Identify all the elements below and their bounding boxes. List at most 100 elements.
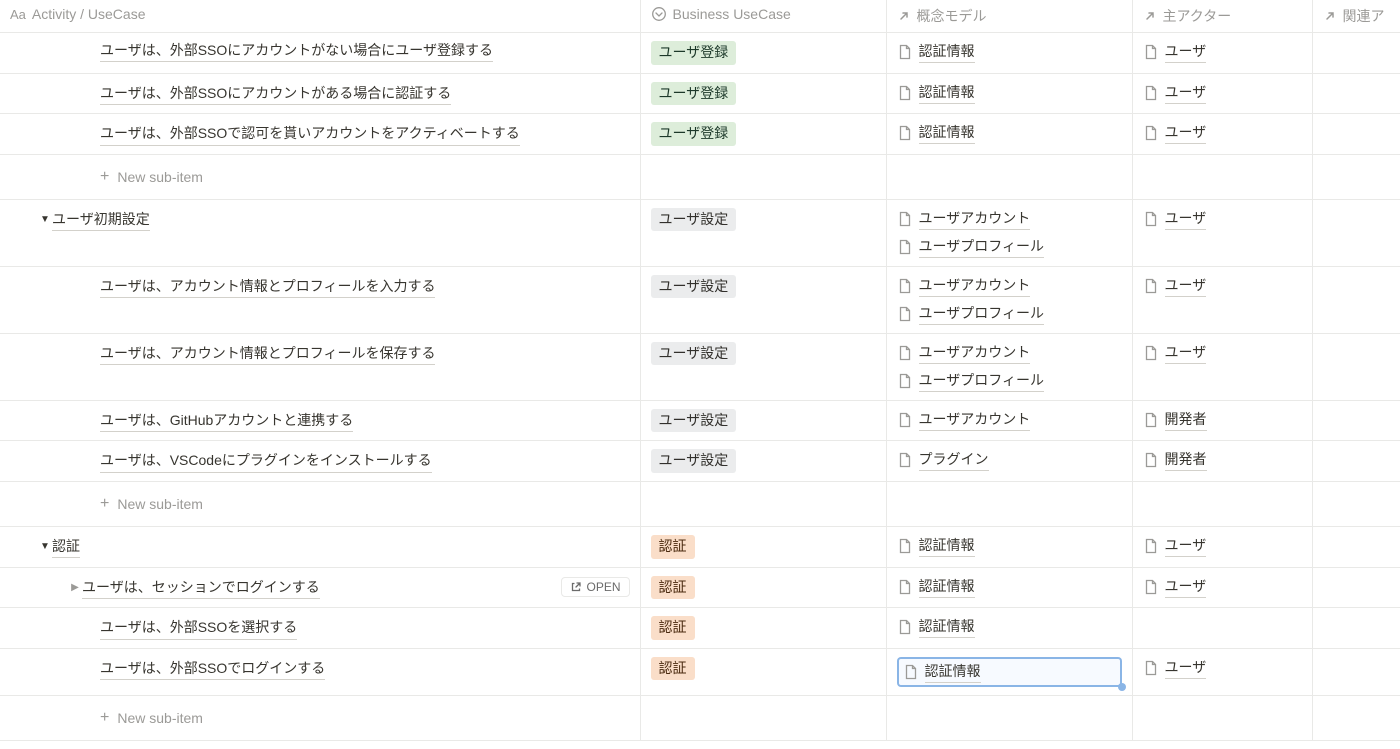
page-icon — [897, 125, 913, 141]
badge[interactable]: ユーザ設定 — [651, 275, 737, 299]
toggle-icon[interactable] — [38, 212, 52, 226]
page-link[interactable]: ユーザ — [1143, 41, 1302, 63]
open-button[interactable]: OPEN — [561, 577, 629, 597]
page-link-label: ユーザ — [1165, 342, 1207, 364]
row-title[interactable]: 認証 — [10, 535, 630, 558]
row-title[interactable]: ユーザは、外部SSOで認可を貰いアカウントをアクティベートする — [10, 122, 630, 145]
badge[interactable]: ユーザ登録 — [651, 41, 737, 65]
badge[interactable]: 認証 — [651, 535, 695, 559]
page-link-label: ユーザプロフィール — [919, 303, 1044, 325]
row-title[interactable]: ユーザは、セッションでログインする OPEN — [10, 576, 630, 599]
row-title[interactable]: ユーザは、VSCodeにプラグインをインストールする — [10, 449, 630, 472]
page-icon — [897, 619, 913, 635]
page-icon — [897, 278, 913, 294]
page-link[interactable]: ユーザ — [1143, 275, 1302, 297]
page-icon — [897, 44, 913, 60]
row-title-text: ユーザは、アカウント情報とプロフィールを入力する — [100, 275, 435, 298]
page-icon — [897, 373, 913, 389]
page-icon — [897, 306, 913, 322]
page-icon — [1143, 538, 1159, 554]
badge[interactable]: ユーザ登録 — [651, 82, 737, 106]
page-link[interactable]: ユーザ — [1143, 208, 1302, 230]
page-link-label: 開発者 — [1165, 449, 1207, 471]
row-title[interactable]: ユーザは、アカウント情報とプロフィールを保存する — [10, 342, 630, 365]
page-icon — [1143, 44, 1159, 60]
page-link[interactable]: ユーザ — [1143, 657, 1302, 679]
page-link[interactable]: 認証情報 — [897, 616, 1122, 638]
page-link[interactable]: 認証情報 — [897, 82, 1122, 104]
header-activity[interactable]: Aa Activity / UseCase — [0, 0, 640, 33]
page-link-label: ユーザ — [1165, 657, 1207, 679]
row-title[interactable]: ユーザは、外部SSOにアカウントがない場合にユーザ登録する — [10, 41, 630, 64]
page-link[interactable]: ユーザプロフィール — [897, 236, 1122, 258]
badge[interactable]: 認証 — [651, 657, 695, 681]
relation-arrow-icon — [897, 9, 911, 23]
page-link[interactable]: ユーザ — [1143, 122, 1302, 144]
row-title[interactable]: ユーザは、外部SSOにアカウントがある場合に認証する — [10, 82, 630, 105]
toggle-icon[interactable] — [68, 580, 82, 594]
page-icon — [1143, 660, 1159, 676]
page-link[interactable]: ユーザ — [1143, 82, 1302, 104]
usecase-table: Aa Activity / UseCase Business UseCase 概… — [0, 0, 1400, 741]
row-title-text: ユーザは、セッションでログインする — [82, 576, 320, 599]
header-buc-label: Business UseCase — [673, 6, 791, 22]
header-concept-model[interactable]: 概念モデル — [886, 0, 1132, 33]
badge[interactable]: ユーザ登録 — [651, 122, 737, 146]
page-link[interactable]: ユーザプロフィール — [897, 370, 1122, 392]
page-link[interactable]: ユーザプロフィール — [897, 303, 1122, 325]
text-aa-icon: Aa — [10, 7, 26, 22]
page-link-label: 認証情報 — [919, 41, 975, 63]
badge[interactable]: ユーザ設定 — [651, 342, 737, 366]
page-link-label: ユーザ — [1165, 275, 1207, 297]
new-sub-label: New sub-item — [117, 496, 203, 512]
toggle-icon[interactable] — [38, 540, 52, 554]
header-related-actor[interactable]: 関連ア — [1312, 0, 1400, 33]
new-sub-item[interactable]: +New sub-item — [10, 163, 630, 191]
page-link[interactable]: ユーザアカウント — [897, 208, 1122, 230]
page-icon — [1143, 85, 1159, 101]
page-link-label: ユーザアカウント — [919, 342, 1031, 364]
row-title[interactable]: ユーザは、アカウント情報とプロフィールを入力する — [10, 275, 630, 298]
badge[interactable]: 認証 — [651, 576, 695, 600]
page-link[interactable]: 開発者 — [1143, 449, 1302, 471]
row-title-text: ユーザ初期設定 — [52, 208, 150, 231]
plus-icon: + — [100, 710, 109, 726]
page-link[interactable]: ユーザアカウント — [897, 275, 1122, 297]
row-title[interactable]: ユーザは、GitHubアカウントと連携する — [10, 409, 630, 432]
page-link[interactable]: ユーザアカウント — [897, 409, 1122, 431]
page-link-label: ユーザ — [1165, 122, 1207, 144]
page-link[interactable]: ユーザ — [1143, 535, 1302, 557]
page-link[interactable]: 認証情報 — [897, 122, 1122, 144]
page-link[interactable]: ユーザ — [1143, 342, 1302, 364]
page-link[interactable]: 認証情報 — [903, 661, 1116, 683]
page-link[interactable]: 認証情報 — [897, 535, 1122, 557]
page-link[interactable]: ユーザ — [1143, 576, 1302, 598]
page-link[interactable]: 認証情報 — [897, 576, 1122, 598]
page-link[interactable]: ユーザアカウント — [897, 342, 1122, 364]
relation-arrow-icon — [1143, 9, 1157, 23]
page-link[interactable]: 認証情報 — [897, 41, 1122, 63]
badge[interactable]: ユーザ設定 — [651, 449, 737, 473]
badge[interactable]: 認証 — [651, 616, 695, 640]
page-link[interactable]: 開発者 — [1143, 409, 1302, 431]
page-icon — [897, 579, 913, 595]
page-link-label: 認証情報 — [919, 616, 975, 638]
badge[interactable]: ユーザ設定 — [651, 409, 737, 433]
page-link[interactable]: プラグイン — [897, 449, 1122, 471]
open-icon — [570, 581, 582, 593]
table-header-row: Aa Activity / UseCase Business UseCase 概… — [0, 0, 1400, 33]
row-title[interactable]: ユーザは、外部SSOを選択する — [10, 616, 630, 639]
page-icon — [897, 538, 913, 554]
new-sub-item[interactable]: +New sub-item — [10, 490, 630, 518]
page-icon — [1143, 211, 1159, 227]
row-title[interactable]: ユーザ初期設定 — [10, 208, 630, 231]
row-title[interactable]: ユーザは、外部SSOでログインする — [10, 657, 630, 680]
new-sub-item[interactable]: +New sub-item — [10, 704, 630, 732]
page-icon — [1143, 125, 1159, 141]
header-business-usecase[interactable]: Business UseCase — [640, 0, 886, 33]
page-icon — [1143, 452, 1159, 468]
badge[interactable]: ユーザ設定 — [651, 208, 737, 232]
page-icon — [897, 211, 913, 227]
header-main-actor[interactable]: 主アクター — [1132, 0, 1312, 33]
row-title-text: ユーザは、外部SSOで認可を貰いアカウントをアクティベートする — [100, 122, 520, 145]
